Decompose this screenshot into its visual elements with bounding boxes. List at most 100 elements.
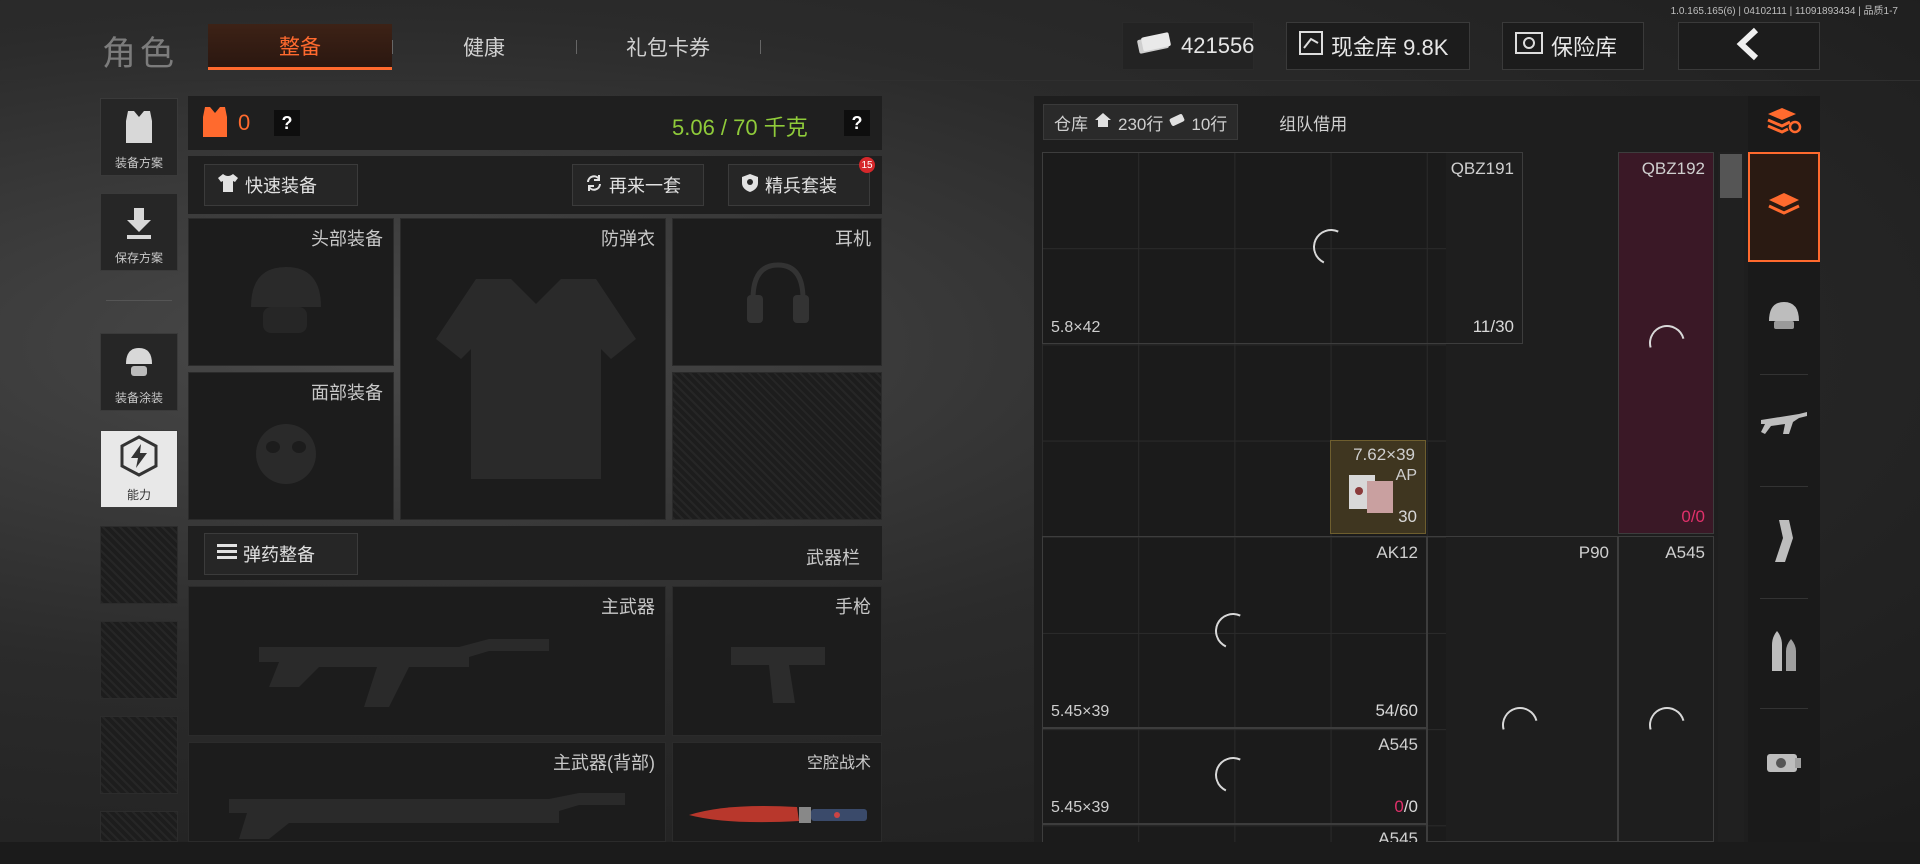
sidebar-item-ability[interactable]: 能力 [100,430,178,508]
tab-health[interactable]: 健康 [392,24,576,70]
item-ammo-count: 54/60 [1375,701,1418,720]
category-magazine[interactable] [1748,488,1820,598]
item-name: A545 [1665,543,1705,562]
sidebar-divider [106,300,172,301]
item-ammo-count: 0/0 [1394,797,1418,816]
slot-primary[interactable]: 主武器 [188,586,666,736]
storage-tabs: 仓库 230行 10行 组队借用 [1043,104,1389,142]
rifle-back-silhouette-icon [229,783,629,844]
house-icon [1094,112,1112,133]
elite-set-badge: 15 [859,157,875,173]
cash-storage-icon [1299,31,1323,61]
loading-spinner-icon [1209,607,1257,655]
storage-item-a545[interactable]: A545 5.45×39 0/0 [1042,728,1427,824]
storage-scrollbar[interactable] [1718,152,1744,842]
safe-icon [1515,32,1543,60]
back-button[interactable] [1678,22,1820,70]
slot-primary-back[interactable]: 主武器(背部) [188,742,666,842]
stack-refresh-icon [1766,106,1802,141]
version-info: 1.0.165.165(6) | 04102111 | 11091893434 … [1670,6,1898,17]
safe-box-button[interactable]: 保险库 [1502,22,1644,70]
storage-item-ak12[interactable]: AK12 5.45×39 54/60 [1042,536,1427,728]
slot-label: 面部装备 [311,383,383,403]
cash-storage-button[interactable]: 现金库 9.8K [1286,22,1470,70]
helmet-silhouette-icon [241,259,331,344]
sidebar-item-save-plan[interactable]: 保存方案 [100,193,178,271]
header-divider [0,80,1920,81]
knife-icon [687,799,871,834]
pistol-silhouette-icon [729,637,829,712]
cash-storage-label: 现金库 9.8K [1331,35,1449,60]
ammo-box-icon [1347,469,1395,522]
category-divider [1760,486,1808,487]
armor-help-button[interactable]: ? [274,110,300,136]
slot-pistol[interactable]: 手枪 [672,586,882,736]
sidebar-item-equip-plan[interactable]: 装备方案 [100,98,178,176]
item-name: 7.62×39 [1353,445,1415,464]
tab-gift-cards[interactable]: 礼包卡券 [576,24,760,70]
weight-display: 5.06 / 70 千克 [672,115,808,140]
storage-item-a545[interactable]: A545 [1618,536,1714,842]
item-ammo-count: 0/0 [1681,507,1705,526]
reroll-label: 再来一套 [609,176,681,196]
safe-box-label: 保险库 [1551,35,1618,60]
loading-spinner-icon [1209,751,1257,799]
category-all[interactable] [1748,152,1820,262]
elite-set-button[interactable]: 精兵套装 15 [728,157,875,206]
page-title: 角色 [102,34,178,74]
sidebar-empty-slot [100,811,178,842]
item-ammo-count: 11/30 [1472,317,1514,336]
tab-divider [760,40,761,54]
slot-label: 头部装备 [311,229,383,249]
sidebar-empty-slot [100,621,178,699]
shield-icon [741,173,759,198]
quick-equip-button[interactable]: 快速装备 [204,164,358,206]
item-name: A545 [1378,735,1418,754]
sidebar-item-paint[interactable]: 装备涂装 [100,333,178,411]
storage-item-p90[interactable]: P90 [1427,536,1618,842]
ammo-equip-button[interactable]: 弹药整备 [204,533,358,575]
mask-silhouette-icon [249,419,323,494]
category-bullets[interactable] [1748,598,1820,708]
rifle-silhouette-icon [259,617,559,722]
storage-item-qbz192[interactable]: QBZ192 0/0 [1618,152,1714,534]
slot-headset[interactable]: 耳机 [672,218,882,366]
sidebar-label: 保存方案 [114,251,163,265]
storage-item-qbz191[interactable]: QBZ191 5.8×42 11/30 [1042,152,1523,344]
slot-label: 空腔战术 [806,755,871,772]
vest-silhouette-icon [431,269,641,494]
rifle-icon [1759,410,1809,449]
category-sight[interactable] [1748,710,1820,820]
slot-melee[interactable]: 空腔战术 [672,742,882,842]
item-ammo-count: 30 [1398,507,1417,526]
category-rifle[interactable] [1748,374,1820,484]
loading-spinner-icon [1642,700,1692,750]
storage-item-ammo-762[interactable]: 7.62×39 AP 30 [1330,440,1426,534]
reroll-button[interactable]: 再来一套 [572,164,704,206]
ammo-equip-label: 弹药整备 [243,545,315,565]
all-items-icon [1767,190,1801,225]
back-arrow-icon [1732,27,1766,66]
tab-team-borrow[interactable]: 组队借用 [1238,104,1389,140]
headset-silhouette-icon [743,259,813,344]
storage-scroll-thumb[interactable] [1720,154,1742,198]
shirt-icon [217,173,239,198]
tab-warehouse[interactable]: 仓库 230行 10行 [1043,104,1239,140]
slot-vest[interactable]: 防弹衣 [400,218,666,520]
ticket-icon [1169,112,1185,132]
sidebar-label: 装备涂装 [114,391,163,405]
weight-help-button[interactable]: ? [844,110,870,136]
sort-button[interactable] [1748,96,1820,150]
category-helmet[interactable] [1748,262,1820,372]
elite-set-label: 精兵套装 [765,176,837,196]
sidebar-empty-slot [100,526,178,604]
refresh-icon [585,174,603,197]
slot-head[interactable]: 头部装备 [188,218,394,366]
download-icon [124,206,154,243]
ammo-list-icon [217,543,237,566]
slot-face[interactable]: 面部装备 [188,372,394,520]
slot-label: 主武器(背部) [553,753,655,773]
slot-empty [672,372,882,520]
tab-equip[interactable]: 整备 [208,24,392,70]
sidebar-label: 能力 [126,488,151,502]
